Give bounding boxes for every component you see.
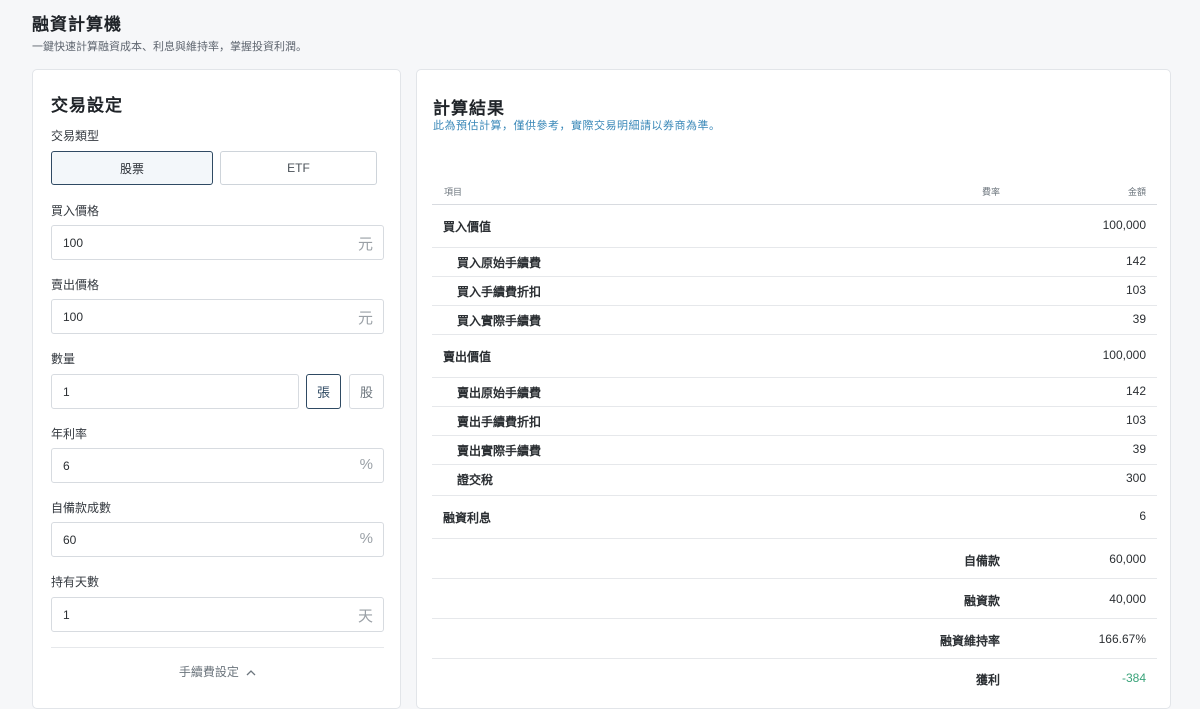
row-divider [432, 618, 1157, 619]
row-divider [432, 464, 1157, 465]
sell-price-unit: 元 [357, 310, 373, 327]
row-buy-value-amount: 100,000 [1102, 218, 1146, 232]
holding-days-value: 1 [63, 608, 70, 622]
row-divider [432, 334, 1157, 335]
row-sell-fee-discount-amount: 103 [1125, 413, 1146, 427]
column-header-amount: 金額 [1127, 187, 1146, 197]
row-divider [432, 406, 1157, 407]
trade-type-stock-button[interactable]: 股票 [51, 151, 213, 185]
holding-days-unit: 天 [357, 608, 373, 625]
buy-price-unit: 元 [357, 236, 373, 253]
self-fund-ratio-unit: % [359, 530, 373, 547]
buy-price-input[interactable]: 100 元 [51, 225, 384, 260]
quantity-label: 數量 [51, 352, 76, 366]
trade-settings-panel: 交易設定 交易類型 股票 ETF 買入價格 100 元 賣出價格 100 元 數… [32, 69, 401, 709]
row-buy-fee-discount-amount: 103 [1125, 283, 1146, 297]
row-divider [432, 377, 1157, 378]
summary-self-fund-label: 自備款 [963, 554, 1000, 568]
row-buy-raw-fee-amount: 142 [1125, 254, 1146, 268]
summary-self-fund-amount: 60,000 [1109, 552, 1146, 566]
page-title: 融資計算機 [32, 15, 122, 34]
sell-price-value: 100 [63, 310, 84, 324]
results-notice: 此為預估計算，僅供參考，實際交易明細請以券商為準。 [433, 120, 721, 132]
holding-days-label: 持有天數 [51, 575, 100, 589]
row-sell-fee-discount-label: 賣出手續費折扣 [457, 415, 542, 429]
annual-rate-label: 年利率 [51, 427, 88, 441]
summary-margin-loan-amount: 40,000 [1109, 592, 1146, 606]
buy-price-label: 買入價格 [51, 204, 100, 218]
row-divider [432, 276, 1157, 277]
trade-type-label: 交易類型 [51, 129, 100, 143]
results-panel: 計算結果 此為預估計算，僅供參考，實際交易明細請以券商為準。 項目 費率 金額 … [416, 69, 1171, 709]
row-buy-actual-fee-label: 買入實際手續費 [457, 314, 542, 328]
fee-settings-toggle[interactable]: 手續費設定 [33, 663, 402, 680]
row-divider [432, 538, 1157, 539]
row-sell-actual-fee-amount: 39 [1132, 442, 1146, 456]
unit-lot-button[interactable]: 張 [306, 374, 341, 409]
row-divider [432, 658, 1157, 659]
row-buy-value-label: 買入價值 [443, 220, 492, 234]
annual-rate-input[interactable]: 6 % [51, 448, 384, 483]
chevron-up-icon [246, 670, 256, 676]
row-buy-raw-fee-label: 買入原始手續費 [457, 256, 542, 270]
row-transaction-tax-amount: 300 [1125, 471, 1146, 485]
quantity-input[interactable]: 1 [51, 374, 299, 409]
results-title: 計算結果 [433, 99, 505, 118]
row-sell-value-label: 賣出價值 [443, 350, 492, 364]
row-divider [432, 247, 1157, 248]
row-margin-interest-amount: 6 [1139, 509, 1146, 523]
settings-divider [51, 647, 384, 648]
row-margin-interest-label: 融資利息 [443, 511, 492, 525]
unit-share-button[interactable]: 股 [349, 374, 384, 409]
table-header-line [432, 204, 1157, 205]
summary-maintenance-ratio-amount: 166.67% [1098, 632, 1146, 646]
row-sell-actual-fee-label: 賣出實際手續費 [457, 444, 542, 458]
sell-price-input[interactable]: 100 元 [51, 299, 384, 334]
row-divider [432, 435, 1157, 436]
row-sell-raw-fee-amount: 142 [1125, 384, 1146, 398]
row-transaction-tax-label: 證交稅 [457, 473, 494, 487]
buy-price-value: 100 [63, 236, 84, 250]
settings-title: 交易設定 [51, 96, 123, 115]
row-divider [432, 305, 1157, 306]
self-fund-ratio-input[interactable]: 60 % [51, 522, 384, 557]
holding-days-input[interactable]: 1 天 [51, 597, 384, 632]
row-sell-raw-fee-label: 賣出原始手續費 [457, 386, 542, 400]
row-sell-value-amount: 100,000 [1102, 348, 1146, 362]
column-header-item: 項目 [444, 187, 463, 197]
row-buy-actual-fee-amount: 39 [1132, 312, 1146, 326]
page-subtitle: 一鍵快速計算融資成本、利息與維持率，掌握投資利潤。 [32, 41, 307, 53]
summary-profit-amount: -384 [1121, 671, 1146, 685]
summary-profit-label: 獲利 [975, 673, 1000, 687]
row-divider [432, 578, 1157, 579]
quantity-value: 1 [63, 385, 70, 399]
annual-rate-unit: % [359, 456, 373, 473]
self-fund-ratio-value: 60 [63, 533, 77, 547]
trade-type-etf-button[interactable]: ETF [220, 151, 377, 185]
column-header-rate: 費率 [981, 187, 1000, 197]
sell-price-label: 賣出價格 [51, 278, 100, 292]
annual-rate-value: 6 [63, 459, 70, 473]
summary-margin-loan-label: 融資款 [963, 594, 1000, 608]
row-divider [432, 495, 1157, 496]
row-buy-fee-discount-label: 買入手續費折扣 [457, 285, 542, 299]
page-header: 融資計算機 一鍵快速計算融資成本、利息與維持率，掌握投資利潤。 [32, 10, 307, 54]
self-fund-ratio-label: 自備款成數 [51, 501, 112, 515]
summary-maintenance-ratio-label: 融資維持率 [939, 634, 1000, 648]
